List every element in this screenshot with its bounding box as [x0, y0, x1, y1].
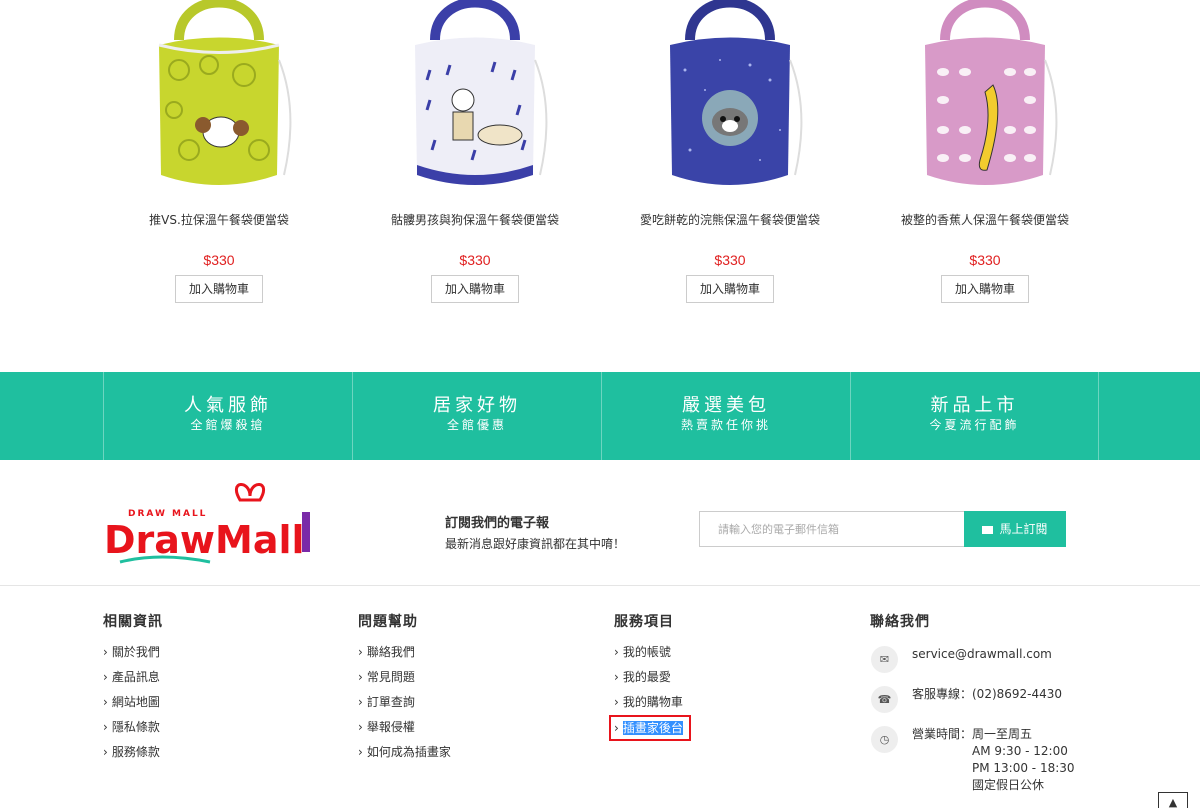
- footer-column-services: 服務項目 › 我的帳號 › 我的最愛 › 我的購物車 › 插畫家後台: [609, 613, 834, 742]
- arrow-icon: ›: [103, 745, 108, 759]
- footer-link[interactable]: › 我的帳號: [614, 642, 834, 667]
- lunch-bag-image: [158, 0, 292, 185]
- lunch-bag-image: [670, 0, 803, 185]
- add-to-cart-button[interactable]: 加入購物車: [685, 275, 774, 303]
- newsletter-subtitle: 最新消息跟好康資訊都在其中唷！: [445, 537, 626, 551]
- category-subtitle: 今夏流行配飾: [929, 418, 1020, 432]
- footer-link[interactable]: › 隱私條款: [103, 717, 323, 742]
- arrow-icon: ›: [614, 645, 619, 659]
- back-to-top-button[interactable]: ▲: [1158, 792, 1188, 808]
- arrow-icon: ›: [103, 670, 108, 684]
- arrow-icon: ›: [358, 720, 363, 734]
- product-name[interactable]: 被整的香蕉人保溫午餐袋便當袋: [865, 212, 1105, 228]
- footer-divider: [0, 585, 1200, 586]
- contact-email-row: ✉ service@drawmall.com: [870, 646, 1170, 686]
- arrow-icon: ›: [614, 721, 619, 735]
- contact-phone-row: ☎ 客服專線：(02)8692-4430: [870, 686, 1170, 726]
- footer-link-illustrator-backend[interactable]: › 插畫家後台: [609, 715, 834, 742]
- envelope-icon: [982, 526, 994, 534]
- footer-link[interactable]: › 關於我們: [103, 642, 323, 667]
- contact-phone: 客服專線：(02)8692-4430: [912, 687, 1063, 701]
- category-title: 居家好物: [433, 395, 521, 416]
- envelope-icon: ✉: [871, 646, 898, 673]
- footer-heading: 相關資訊: [103, 614, 163, 630]
- product-price: $330: [969, 252, 1001, 268]
- arrow-icon: ›: [103, 645, 108, 659]
- footer-link[interactable]: › 產品訊息: [103, 667, 323, 692]
- product-name[interactable]: 骷髏男孩與狗保溫午餐袋便當袋: [355, 212, 595, 228]
- footer-link[interactable]: › 我的最愛: [614, 667, 834, 692]
- product-image[interactable]: [865, 0, 1105, 200]
- contact-hours-row: ◷ 營業時間：周一至周五 AM 9:30 - 12:00 PM 13:00 - …: [870, 726, 1170, 794]
- hours-line: 國定假日公休: [972, 778, 1045, 792]
- product-price: $330: [203, 252, 235, 268]
- brand-wordmark: DrawMall: [104, 518, 305, 562]
- footer-column-help: 問題幫助 › 聯絡我們 › 常見問題 › 訂單查詢 › 舉報侵權 › 如何成為插畫家: [358, 613, 578, 767]
- add-to-cart-button[interactable]: 加入購物車: [940, 275, 1029, 303]
- footer-link[interactable]: › 如何成為插畫家: [358, 742, 578, 767]
- category-link[interactable]: 嚴選美包 熱賣款任你挑: [601, 372, 850, 460]
- footer-link[interactable]: › 服務條款: [103, 742, 323, 767]
- product-name[interactable]: 推VS.拉保溫午餐袋便當袋: [99, 212, 339, 228]
- category-subtitle: 全館爆殺搶: [190, 418, 266, 432]
- category-link[interactable]: 新品上市 今夏流行配飾: [850, 372, 1099, 460]
- product-image[interactable]: [355, 0, 595, 200]
- footer-column-info: 相關資訊 › 關於我們 › 產品訊息 › 網站地圖 › 隱私條款 › 服務條款: [103, 613, 323, 767]
- arrow-icon: ›: [358, 695, 363, 709]
- product-card: 推VS.拉保溫午餐袋便當袋 $330 加入購物車: [99, 0, 339, 303]
- product-card: 愛吃餅乾的浣熊保溫午餐袋便當袋 $330 加入購物車: [610, 0, 850, 303]
- subscribe-button-label: 馬上訂閱: [999, 522, 1048, 536]
- newsletter-title: 訂閱我們的電子報: [445, 516, 550, 531]
- category-link[interactable]: 人氣服飾 全館爆殺搶: [103, 372, 352, 460]
- lunch-bag-image: [415, 0, 548, 185]
- add-to-cart-button[interactable]: 加入購物車: [430, 275, 519, 303]
- category-link[interactable]: 居家好物 全館優惠: [352, 372, 601, 460]
- footer-link[interactable]: › 訂單查詢: [358, 692, 578, 717]
- product-price: $330: [714, 252, 746, 268]
- subscribe-button[interactable]: 馬上訂閱: [964, 511, 1066, 547]
- arrow-icon: ›: [358, 745, 363, 759]
- clock-icon: ◷: [871, 726, 898, 753]
- product-image[interactable]: [610, 0, 850, 200]
- chevron-up-icon: ▲: [1168, 796, 1178, 808]
- footer-link[interactable]: › 我的購物車: [614, 692, 834, 717]
- category-subtitle: 全館優惠: [446, 418, 507, 432]
- hours-line: AM 9:30 - 12:00: [972, 744, 1068, 758]
- newsletter-email-input[interactable]: [699, 511, 964, 547]
- arrow-icon: ›: [614, 670, 619, 684]
- footer-heading: 問題幫助: [358, 614, 418, 630]
- footer-heading: 聯絡我們: [870, 614, 930, 630]
- footer-link[interactable]: › 網站地圖: [103, 692, 323, 717]
- arrow-icon: ›: [614, 695, 619, 709]
- highlight-box: › 插畫家後台: [609, 715, 691, 741]
- footer-link[interactable]: › 舉報侵權: [358, 717, 578, 742]
- hours-label: 營業時間：周一至周五: [912, 727, 1033, 741]
- category-banner: 人氣服飾 全館爆殺搶 居家好物 全館優惠 嚴選美包 熱賣款任你挑 新品上市 今夏…: [0, 372, 1200, 460]
- category-title: 人氣服飾: [184, 395, 272, 416]
- product-card: 被整的香蕉人保溫午餐袋便當袋 $330 加入購物車: [865, 0, 1105, 303]
- product-price: $330: [459, 252, 491, 268]
- arrow-icon: ›: [358, 645, 363, 659]
- footer-heading: 服務項目: [614, 614, 674, 630]
- hours-line: PM 13:00 - 18:30: [972, 761, 1075, 775]
- category-subtitle: 熱賣款任你挑: [680, 418, 771, 432]
- phone-icon: ☎: [871, 686, 898, 713]
- lunch-bag-image: [925, 0, 1058, 185]
- product-grid: 推VS.拉保溫午餐袋便當袋 $330 加入購物車 骷髏男孩與狗保溫午餐袋便當袋: [0, 0, 1200, 372]
- footer-link[interactable]: › 常見問題: [358, 667, 578, 692]
- arrow-icon: ›: [358, 670, 363, 684]
- product-name[interactable]: 愛吃餅乾的浣熊保溫午餐袋便當袋: [610, 212, 850, 228]
- contact-email[interactable]: service@drawmall.com: [912, 647, 1052, 661]
- drawmall-logo[interactable]: DRAW MALL DrawMall: [100, 478, 320, 570]
- footer-contact: 聯絡我們 ✉ service@drawmall.com ☎ 客服專線：(02)8…: [870, 613, 1170, 794]
- category-title: 新品上市: [930, 395, 1019, 416]
- footer-link[interactable]: › 聯絡我們: [358, 642, 578, 667]
- add-to-cart-button[interactable]: 加入購物車: [174, 275, 263, 303]
- arrow-icon: ›: [103, 720, 108, 734]
- product-card: 骷髏男孩與狗保溫午餐袋便當袋 $330 加入購物車: [355, 0, 595, 303]
- product-image[interactable]: [99, 0, 339, 200]
- arrow-icon: ›: [103, 695, 108, 709]
- category-title: 嚴選美包: [682, 395, 770, 416]
